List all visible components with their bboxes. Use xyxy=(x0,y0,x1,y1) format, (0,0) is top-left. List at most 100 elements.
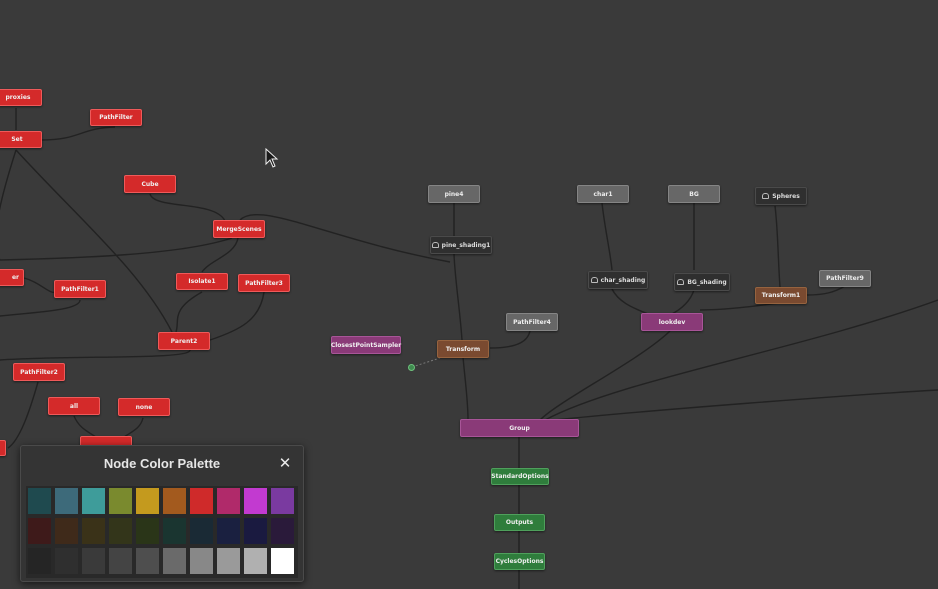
node-label: char_shading xyxy=(600,276,646,284)
color-swatch[interactable] xyxy=(28,518,51,544)
node-label: all xyxy=(69,402,79,410)
color-swatch[interactable] xyxy=(271,488,294,514)
node-pathfilter9[interactable]: PathFilter9 xyxy=(819,270,871,287)
color-swatch-grid xyxy=(26,486,298,578)
color-swatch[interactable] xyxy=(136,518,159,544)
color-swatch[interactable] xyxy=(217,548,240,574)
node-closestpointsampler[interactable]: ClosestPointSampler xyxy=(331,336,401,354)
node-label: PathFilter3 xyxy=(245,279,283,287)
mouse-cursor-icon xyxy=(265,148,279,168)
color-swatch[interactable] xyxy=(244,488,267,514)
color-swatch[interactable] xyxy=(55,488,78,514)
node-pathfilter2[interactable]: PathFilter2 xyxy=(13,363,65,381)
node-pathfilter4[interactable]: PathFilter4 xyxy=(506,313,558,331)
color-swatch[interactable] xyxy=(190,518,213,544)
color-swatch[interactable] xyxy=(271,518,294,544)
node-label: er xyxy=(11,274,19,281)
color-swatch[interactable] xyxy=(136,488,159,514)
shader-icon xyxy=(590,277,598,283)
node-label: StandardOptions xyxy=(491,473,549,480)
node-cube[interactable]: Cube xyxy=(124,175,176,193)
color-swatch[interactable] xyxy=(163,548,186,574)
color-swatch[interactable] xyxy=(109,518,132,544)
color-swatch[interactable] xyxy=(28,548,51,574)
color-swatch[interactable] xyxy=(109,548,132,574)
node-label: PathFilter1 xyxy=(61,285,99,293)
node-cyclesoptions[interactable]: CyclesOptions xyxy=(494,553,545,570)
node-pine4[interactable]: pine4 xyxy=(428,185,480,203)
node-mergescenes[interactable]: MergeScenes xyxy=(213,220,265,238)
node-label: ClosestPointSampler xyxy=(330,341,402,349)
node-label: BG_shading xyxy=(687,278,727,286)
node-label: PathFilter xyxy=(99,114,133,121)
color-swatch[interactable] xyxy=(244,548,267,574)
node-label: CyclesOptions xyxy=(495,558,544,565)
node-label: Set xyxy=(11,136,23,143)
node-label: Parent2 xyxy=(170,337,198,345)
node-label: lookdev xyxy=(658,318,686,326)
node-label: char1 xyxy=(593,190,613,198)
node-label: BG xyxy=(689,190,699,198)
node-all[interactable]: all xyxy=(48,397,100,415)
node-label: MergeScenes xyxy=(216,225,262,233)
node-set[interactable]: Set xyxy=(0,131,42,148)
color-swatch[interactable] xyxy=(136,548,159,574)
node-bg-shading[interactable]: BG_shading xyxy=(674,273,730,291)
palette-title: Node Color Palette xyxy=(103,456,221,471)
node-pathfilter3[interactable]: PathFilter3 xyxy=(238,274,290,292)
color-swatch[interactable] xyxy=(190,548,213,574)
color-swatch[interactable] xyxy=(163,488,186,514)
color-swatch[interactable] xyxy=(55,518,78,544)
close-icon[interactable]: ✕ xyxy=(277,455,293,471)
node-label: none xyxy=(135,403,153,411)
color-swatch[interactable] xyxy=(109,488,132,514)
color-swatch[interactable] xyxy=(271,548,294,574)
node-label: pine4 xyxy=(444,190,464,198)
dot-node[interactable] xyxy=(408,364,415,371)
node-pine-shading1[interactable]: pine_shading1 xyxy=(430,236,492,254)
node-proxies[interactable]: proxies xyxy=(0,89,42,106)
node-filter-left[interactable]: er xyxy=(0,269,24,286)
node-char1[interactable]: char1 xyxy=(577,185,629,203)
node-label: Transform xyxy=(445,345,481,353)
node-bottom-left[interactable] xyxy=(0,440,6,456)
node-label: Cube xyxy=(141,180,159,188)
node-color-palette-panel: Node Color Palette ✕ xyxy=(20,445,304,582)
color-swatch[interactable] xyxy=(82,518,105,544)
node-transform1[interactable]: Transform1 xyxy=(755,287,807,304)
node-none[interactable]: none xyxy=(118,398,170,416)
shader-icon xyxy=(677,279,685,285)
color-swatch[interactable] xyxy=(244,518,267,544)
node-group[interactable]: Group xyxy=(460,419,579,437)
color-swatch[interactable] xyxy=(217,518,240,544)
node-bg[interactable]: BG xyxy=(668,185,720,203)
node-parent2[interactable]: Parent2 xyxy=(158,332,210,350)
color-swatch[interactable] xyxy=(190,488,213,514)
node-standardoptions[interactable]: StandardOptions xyxy=(491,468,549,485)
shader-icon xyxy=(431,242,439,248)
node-label: Outputs xyxy=(505,519,534,526)
color-swatch[interactable] xyxy=(163,518,186,544)
node-char-shading[interactable]: char_shading xyxy=(588,271,648,289)
node-label: PathFilter9 xyxy=(826,275,864,282)
color-swatch[interactable] xyxy=(82,548,105,574)
node-spheres[interactable]: Spheres xyxy=(755,187,807,205)
node-outputs[interactable]: Outputs xyxy=(494,514,545,531)
color-swatch[interactable] xyxy=(55,548,78,574)
node-label: PathFilter4 xyxy=(513,318,551,326)
node-label: Group xyxy=(509,424,530,432)
color-swatch[interactable] xyxy=(28,488,51,514)
shader-icon xyxy=(762,193,770,199)
node-label: Spheres xyxy=(772,192,800,200)
node-lookdev[interactable]: lookdev xyxy=(641,313,703,331)
node-label: pine_shading1 xyxy=(441,241,491,249)
node-pathfilter1[interactable]: PathFilter1 xyxy=(54,280,106,298)
node-transform[interactable]: Transform xyxy=(437,340,489,358)
node-label: PathFilter2 xyxy=(20,368,58,376)
node-label: Transform1 xyxy=(761,292,801,299)
color-swatch[interactable] xyxy=(82,488,105,514)
node-pathfilter[interactable]: PathFilter xyxy=(90,109,142,126)
color-swatch[interactable] xyxy=(217,488,240,514)
node-isolate1[interactable]: Isolate1 xyxy=(176,273,228,290)
node-label: Isolate1 xyxy=(188,278,216,285)
